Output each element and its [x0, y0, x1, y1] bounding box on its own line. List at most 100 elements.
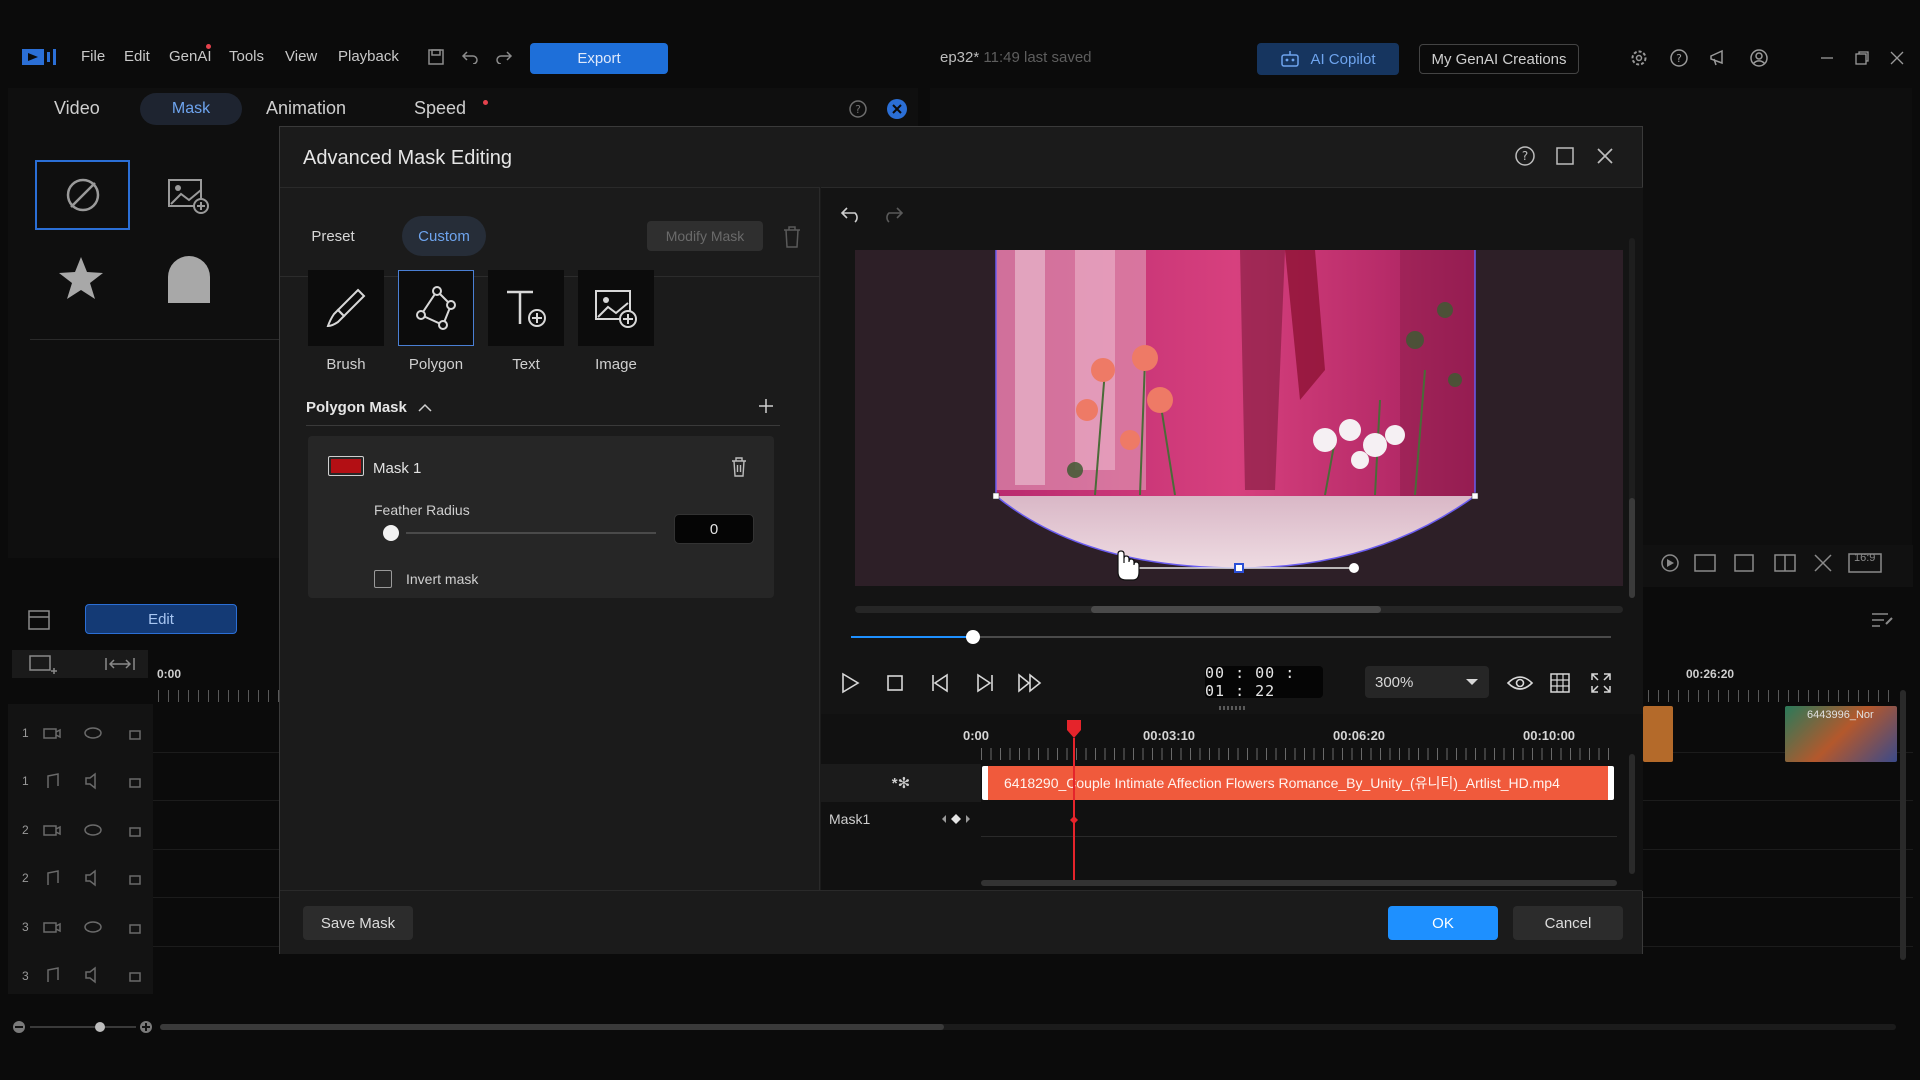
panel-resize-handle[interactable] — [1219, 706, 1245, 710]
star-mask-option[interactable] — [56, 254, 106, 302]
timeline-clip[interactable] — [1643, 706, 1673, 762]
menu-playback[interactable]: Playback — [338, 48, 399, 65]
bezier-handle-point[interactable] — [1349, 563, 1359, 573]
fit-timeline-button[interactable] — [92, 650, 148, 678]
save-icon[interactable] — [424, 46, 448, 68]
polygon-mask-section-header[interactable]: Polygon Mask — [306, 399, 433, 416]
mask-undo-icon[interactable] — [837, 202, 867, 226]
modify-mask-button[interactable]: Modify Mask — [647, 221, 763, 251]
tab-preset[interactable]: Preset — [298, 216, 368, 256]
menu-view[interactable]: View — [285, 48, 317, 65]
next-frame-icon[interactable] — [972, 670, 998, 696]
track-3-video-number: 3 — [22, 920, 29, 934]
delete-mask-item-icon[interactable] — [728, 456, 750, 478]
settings-gear-icon[interactable] — [1627, 46, 1651, 70]
mask-vertex-left[interactable] — [992, 492, 1000, 500]
menu-tools[interactable]: Tools — [229, 48, 264, 65]
feather-radius-label: Feather Radius — [374, 502, 470, 518]
grid-lines-icon[interactable] — [1547, 670, 1573, 696]
timeline-vertical-scrollbar[interactable] — [1900, 690, 1906, 960]
mask-vertex-right[interactable] — [1471, 492, 1479, 500]
timeline-clip-right[interactable]: 6443996_Nor — [1785, 706, 1897, 762]
edit-layout-icon[interactable] — [1868, 606, 1896, 632]
feather-radius-slider-thumb[interactable] — [383, 525, 399, 541]
tab-mask[interactable]: Mask — [140, 93, 242, 125]
mask-keyframe-timeline: 0:00 00:03:10 00:06:20 00:10:00 *✻ 64182… — [821, 714, 1643, 891]
mask-color-swatch[interactable] — [328, 456, 364, 476]
dialog-help-icon[interactable]: ? — [1513, 144, 1537, 168]
timeline-zoom-slider[interactable] — [10, 1018, 160, 1036]
mask-vertex-bottom[interactable] — [1234, 563, 1244, 573]
restore-window-icon[interactable] — [1851, 48, 1873, 68]
seek-thumb[interactable] — [965, 630, 980, 644]
playback-seek-slider[interactable] — [851, 628, 1611, 646]
no-mask-option[interactable] — [35, 160, 130, 230]
ok-button[interactable]: OK — [1388, 906, 1498, 940]
speed-notification-dot — [483, 100, 488, 105]
add-mask-icon[interactable] — [755, 395, 777, 417]
zoom-level-select[interactable]: 300% — [1365, 666, 1489, 698]
menu-file[interactable]: File — [81, 48, 105, 65]
arch-mask-option[interactable] — [165, 254, 213, 304]
preview-horizontal-scrollbar[interactable] — [855, 606, 1623, 613]
timeline-playhead[interactable] — [1067, 720, 1081, 880]
panel-help-icon[interactable]: ? — [847, 98, 869, 120]
polygon-tool[interactable] — [398, 270, 474, 346]
timecode-display[interactable]: 00 : 00 : 01 : 22 — [1205, 664, 1323, 700]
last-saved-text: 11:49 last saved — [983, 49, 1092, 66]
tab-video[interactable]: Video — [54, 98, 100, 119]
edit-button[interactable]: Edit — [85, 604, 237, 634]
polygon-icon — [416, 286, 456, 330]
fast-forward-icon[interactable] — [1015, 670, 1045, 696]
feather-radius-input[interactable]: 0 — [674, 514, 754, 544]
save-mask-button[interactable]: Save Mask — [303, 906, 413, 940]
timeline-horizontal-scrollbar[interactable] — [160, 1024, 1896, 1030]
fullscreen-icon[interactable] — [1588, 670, 1614, 696]
minimize-icon[interactable] — [1816, 48, 1838, 68]
scrollbar-thumb[interactable] — [1629, 498, 1635, 598]
cancel-button[interactable]: Cancel — [1513, 906, 1623, 940]
tab-custom[interactable]: Custom — [402, 216, 486, 256]
menu-edit[interactable]: Edit — [124, 48, 150, 65]
my-genai-creations-button[interactable]: My GenAI Creations — [1419, 44, 1579, 74]
stop-icon[interactable] — [882, 670, 908, 696]
previous-frame-icon[interactable] — [927, 670, 953, 696]
clip-trim-handle-right[interactable] — [1608, 766, 1614, 800]
invert-mask-checkbox[interactable] — [374, 570, 392, 588]
image-mask-option[interactable] — [165, 174, 213, 218]
video-preview-canvas[interactable] — [855, 250, 1623, 586]
preview-visibility-eye-icon[interactable] — [1505, 670, 1535, 696]
account-icon[interactable] — [1747, 46, 1771, 70]
export-button[interactable]: Export — [530, 43, 668, 74]
preview-vertical-scrollbar[interactable] — [1629, 238, 1635, 598]
brush-tool[interactable] — [308, 270, 384, 346]
close-app-icon[interactable] — [1886, 48, 1908, 68]
mini-timeline-horizontal-scrollbar[interactable] — [981, 880, 1617, 886]
dialog-maximize-icon[interactable] — [1553, 144, 1577, 168]
ai-copilot-button[interactable]: AI Copilot — [1257, 43, 1399, 75]
menu-genai[interactable]: GenAI — [169, 48, 212, 65]
tab-speed[interactable]: Speed — [414, 98, 466, 119]
mini-timeline-vertical-scrollbar[interactable] — [1629, 754, 1635, 874]
feather-radius-slider[interactable] — [406, 532, 656, 534]
tab-animation[interactable]: Animation — [266, 98, 346, 119]
aspect-ratio-label[interactable]: 16:9 — [1854, 552, 1875, 564]
image-tool[interactable] — [578, 270, 654, 346]
dialog-close-icon[interactable] — [1593, 144, 1617, 168]
clip-trim-handle-left[interactable] — [982, 766, 988, 800]
undo-icon[interactable] — [458, 46, 482, 68]
scrollbar-thumb[interactable] — [160, 1024, 944, 1030]
notification-megaphone-icon[interactable] — [1707, 46, 1731, 70]
keyframe-navigation-icon[interactable] — [941, 814, 971, 824]
play-icon[interactable] — [837, 670, 863, 696]
help-icon[interactable]: ? — [1667, 46, 1691, 70]
panel-close-icon[interactable] — [886, 98, 908, 120]
text-tool-label: Text — [512, 356, 540, 373]
redo-icon[interactable] — [492, 46, 516, 68]
mask-item-card[interactable]: Mask 1 Feather Radius 0 Invert mask — [308, 436, 774, 598]
mask-redo-icon[interactable] — [877, 202, 907, 226]
timeline-settings-icon[interactable] — [26, 608, 52, 632]
scrollbar-thumb[interactable] — [1091, 606, 1381, 613]
text-tool[interactable] — [488, 270, 564, 346]
delete-mask-icon[interactable] — [780, 224, 804, 250]
